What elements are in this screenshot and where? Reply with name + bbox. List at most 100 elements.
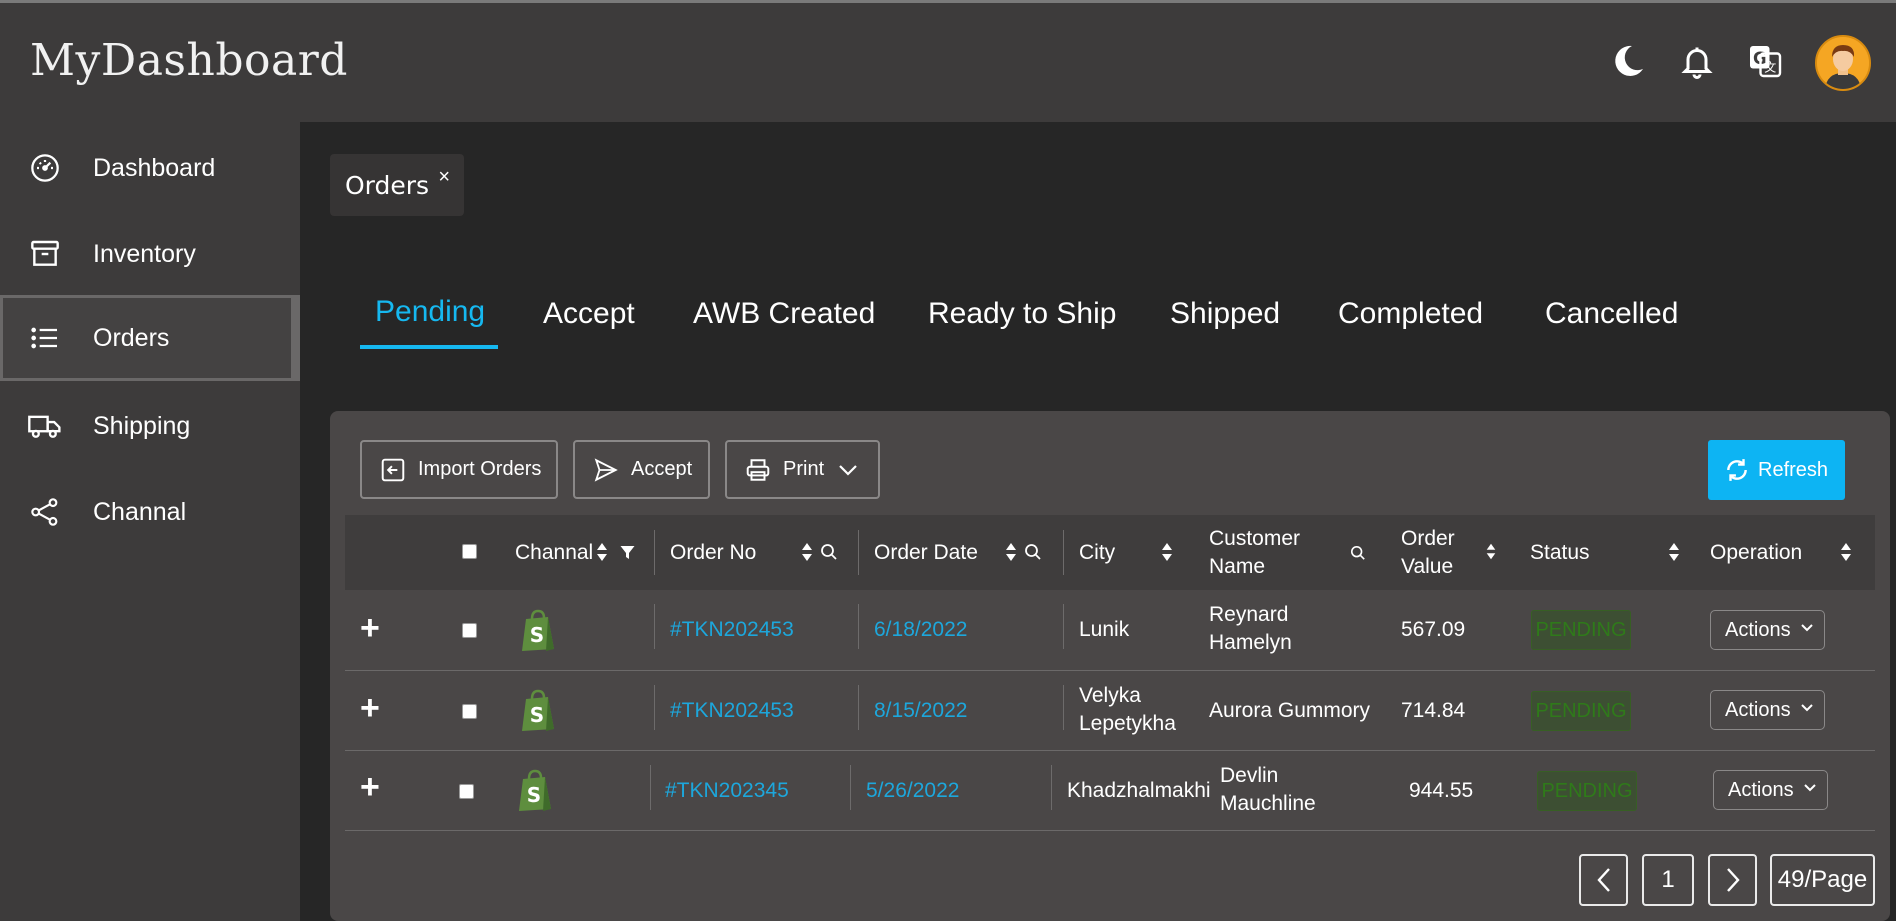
send-icon <box>593 457 619 483</box>
expand-row-button[interactable]: + <box>360 768 380 807</box>
order-no-link[interactable]: #TKN202453 <box>670 697 794 725</box>
tab-pending[interactable]: Pending <box>375 295 485 329</box>
order-no-link[interactable]: #TKN202345 <box>665 777 789 805</box>
status-badge: PENDING <box>1531 691 1631 731</box>
column-divider <box>650 765 651 810</box>
sort-icon[interactable] <box>800 541 814 563</box>
page-number-button[interactable]: 1 <box>1642 854 1694 906</box>
filter-icon[interactable] <box>619 545 636 561</box>
row-checkbox[interactable] <box>459 784 474 799</box>
page-size-select[interactable]: 49/Page <box>1770 854 1875 906</box>
order-value-cell: 567.09 <box>1401 618 1466 641</box>
sort-icon[interactable] <box>1667 541 1681 563</box>
column-header-operation[interactable]: Operation <box>1710 515 1802 590</box>
sidebar-item-label: Shipping <box>93 411 191 440</box>
moon-icon[interactable] <box>1608 41 1648 81</box>
shopify-icon: S <box>522 689 554 731</box>
sort-icon[interactable] <box>1485 542 1497 561</box>
search-icon[interactable] <box>1024 543 1042 561</box>
shopify-icon: S <box>522 609 554 651</box>
translate-icon[interactable]: G文 <box>1745 41 1785 81</box>
actions-dropdown[interactable]: Actions <box>1713 770 1828 810</box>
tab-orders[interactable]: Orders × <box>330 154 464 216</box>
sort-icon[interactable] <box>1004 541 1018 563</box>
tab-cancelled[interactable]: Cancelled <box>1545 297 1678 331</box>
sidebar-item-channal[interactable]: Channal <box>0 469 300 555</box>
prev-page-button[interactable] <box>1579 854 1628 906</box>
column-divider <box>654 685 655 730</box>
row-checkbox[interactable] <box>462 623 477 638</box>
sort-icon[interactable] <box>1160 541 1174 563</box>
column-header-channal[interactable]: Channal <box>515 515 593 590</box>
refresh-button[interactable]: Refresh <box>1708 440 1845 500</box>
customer-name-cell: Aurora Gummory <box>1209 699 1371 722</box>
search-icon[interactable] <box>1350 545 1366 561</box>
tab-awb-created[interactable]: AWB Created <box>693 297 875 331</box>
expand-row-button[interactable]: + <box>360 609 380 648</box>
column-divider <box>858 530 859 575</box>
sidebar-item-label: Orders <box>93 323 170 352</box>
svg-text:S: S <box>527 783 541 807</box>
column-header-order-no[interactable]: Order No <box>670 515 756 590</box>
actions-dropdown[interactable]: Actions <box>1710 690 1825 730</box>
customer-name-cell: Devlin <box>1220 764 1279 787</box>
avatar[interactable] <box>1815 35 1871 91</box>
expand-row-button[interactable]: + <box>360 689 380 728</box>
tab-completed[interactable]: Completed <box>1338 297 1483 331</box>
bell-icon[interactable] <box>1677 41 1717 81</box>
printer-icon <box>745 457 771 483</box>
order-value-cell: 944.55 <box>1409 779 1474 802</box>
row-checkbox[interactable] <box>462 704 477 719</box>
table-row: + S #TKN202345 5/26/2022 Khadzhalmakhi D… <box>345 751 1875 831</box>
share-icon <box>28 495 62 529</box>
order-date-link[interactable]: 8/15/2022 <box>874 697 967 725</box>
chevron-down-icon <box>1801 624 1813 632</box>
chevron-left-icon <box>1596 868 1610 892</box>
sidebar-item-orders[interactable]: Orders <box>0 295 300 381</box>
sidebar-item-label: Channal <box>93 497 187 526</box>
status-badge: PENDING <box>1531 610 1631 650</box>
column-divider <box>1063 530 1064 575</box>
print-button[interactable]: Print <box>725 440 880 499</box>
order-date-link[interactable]: 5/26/2022 <box>866 777 959 805</box>
column-divider <box>654 530 655 575</box>
tab-shipped[interactable]: Shipped <box>1170 297 1280 331</box>
order-no-link[interactable]: #TKN202453 <box>670 616 794 644</box>
import-orders-label: Import Orders <box>418 458 542 480</box>
column-divider <box>850 765 851 810</box>
sort-icon[interactable] <box>1839 541 1853 563</box>
tab-accept[interactable]: Accept <box>543 297 635 331</box>
column-divider <box>1063 604 1064 649</box>
select-all-checkbox[interactable] <box>462 544 477 559</box>
column-divider <box>654 604 655 649</box>
actions-dropdown[interactable]: Actions <box>1710 610 1825 650</box>
status-badge: PENDING <box>1537 771 1637 811</box>
city-cell: Velyka <box>1079 684 1141 707</box>
close-icon[interactable]: × <box>438 166 450 189</box>
sidebar-item-shipping[interactable]: Shipping <box>0 383 300 469</box>
app-title: MyDashboard <box>30 35 348 86</box>
column-header-order-date[interactable]: Order Date <box>874 515 978 590</box>
table-header: Channal Order No Order Date City Custome… <box>345 515 1875 590</box>
shopify-icon: S <box>519 769 551 811</box>
column-divider <box>858 685 859 730</box>
sidebar-item-inventory[interactable]: Inventory <box>0 211 300 297</box>
accept-button[interactable]: Accept <box>573 440 710 499</box>
city-cell: Khadzhalmakhi <box>1067 779 1211 802</box>
customer-name-cell: Reynard <box>1209 603 1289 626</box>
column-header-city[interactable]: City <box>1079 515 1115 590</box>
column-header-status[interactable]: Status <box>1530 515 1590 590</box>
sort-icon[interactable] <box>595 541 609 563</box>
app-header: MyDashboard G文 <box>0 3 1896 122</box>
column-divider <box>858 604 859 649</box>
next-page-button[interactable] <box>1708 854 1757 906</box>
import-orders-button[interactable]: Import Orders <box>360 440 558 499</box>
order-date-link[interactable]: 6/18/2022 <box>874 616 967 644</box>
sidebar-item-dashboard[interactable]: Dashboard <box>0 125 300 211</box>
search-icon[interactable] <box>820 543 838 561</box>
customer-name-cell: Mauchline <box>1220 792 1316 815</box>
city-cell: Lepetykha <box>1079 712 1176 735</box>
tab-ready-to-ship[interactable]: Ready to Ship <box>928 297 1116 331</box>
column-header-customer-name[interactable]: Customer Name <box>1209 515 1300 590</box>
column-header-order-value[interactable]: Order Value <box>1401 515 1455 590</box>
